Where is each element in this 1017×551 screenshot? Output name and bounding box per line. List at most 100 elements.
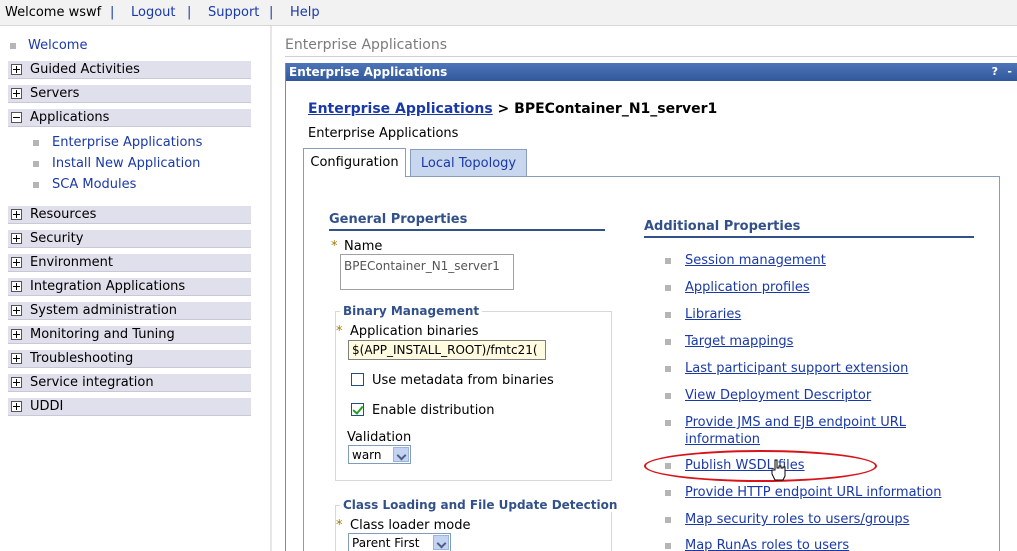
square-bullet-icon [665,312,671,318]
breadcrumb-current: BPEContainer_N1_server1 [514,101,718,117]
nav-item-troubleshooting[interactable]: Troubleshooting [8,350,251,368]
validation-selected-value: warn [352,448,382,462]
nav-item-label: Integration Applications [30,279,186,294]
class-loader-mode-label: Class loader mode [350,518,471,533]
application-binaries-label: Application binaries [350,324,479,339]
square-bullet-icon [665,517,671,523]
session-management-link[interactable]: Session management [685,253,826,268]
plus-box-icon[interactable] [11,209,22,220]
nav-item-servers[interactable]: Servers [8,85,251,103]
provide-jms-ejb-endpoint-link[interactable]: Provide JMS and EJB endpoint URL [685,415,906,430]
support-link[interactable]: Support [208,5,259,20]
name-label: Name [344,239,383,254]
help-link[interactable]: Help [290,5,320,20]
separator: | [269,5,274,20]
nav-item-label: UDDI [30,399,64,414]
application-profiles-link[interactable]: Application profiles [685,280,810,295]
libraries-link[interactable]: Libraries [685,307,741,322]
minus-box-icon[interactable] [11,112,22,123]
breadcrumb: Enterprise Applications > BPEContainer_N… [308,101,717,117]
nav-item-label: Troubleshooting [30,351,134,366]
page-title: Enterprise Applications [285,37,447,53]
class-loader-selected-value: Parent First [352,536,420,550]
separator: | [110,5,115,20]
help-icon[interactable]: ? [992,65,998,78]
tab-local-topology[interactable]: Local Topology [410,149,527,177]
plus-box-icon[interactable] [11,233,22,244]
use-metadata-checkbox[interactable] [351,373,364,386]
nav-welcome[interactable]: Welcome [10,38,87,53]
square-bullet-icon [33,139,39,146]
square-bullet-icon [33,181,39,188]
nav-item-label: Security [30,231,84,246]
enable-distribution-label: Enable distribution [372,403,495,418]
nav-sub-label: Enterprise Applications [52,135,203,150]
class-loader-mode-select[interactable]: Parent First [348,533,451,551]
nav-item-security[interactable]: Security [8,230,251,248]
plus-box-icon[interactable] [11,305,22,316]
plus-box-icon[interactable] [11,377,22,388]
nav-item-uddi[interactable]: UDDI [8,398,251,416]
nav-item-applications[interactable]: Applications [8,109,251,127]
panel-title: Enterprise Applications [289,65,448,79]
provide-http-endpoint-link[interactable]: Provide HTTP endpoint URL information [685,485,941,500]
hand-pointer-icon [771,459,786,481]
nav-item-system-administration[interactable]: System administration [8,302,251,320]
plus-box-icon[interactable] [11,64,22,75]
square-bullet-icon [665,339,671,345]
logout-link[interactable]: Logout [131,5,176,20]
map-runas-roles-link[interactable]: Map RunAs roles to users [685,538,849,551]
plus-box-icon[interactable] [11,353,22,364]
tab-configuration[interactable]: Configuration [303,148,406,177]
plus-box-icon[interactable] [11,88,22,99]
plus-box-icon[interactable] [11,281,22,292]
chevron-down-icon[interactable] [433,535,449,550]
general-properties-heading: General Properties [329,212,605,231]
provide-jms-ejb-endpoint-link-line2[interactable]: information [685,432,760,447]
panel-title-bar: Enterprise Applications ? - [286,63,1017,81]
nav-sub-sca-modules[interactable]: SCA Modules [33,177,136,192]
square-bullet-icon [665,543,671,549]
plus-box-icon[interactable] [11,329,22,340]
last-participant-support-link[interactable]: Last participant support extension [685,361,908,376]
application-binaries-field[interactable]: $(APP_INSTALL_ROOT)/fmtc21( [348,340,546,360]
breadcrumb-link-enterprise-applications[interactable]: Enterprise Applications [308,101,493,117]
map-security-roles-link[interactable]: Map security roles to users/groups [685,512,909,527]
required-asterisk-icon: * [331,239,338,254]
nav-item-resources[interactable]: Resources [8,206,251,224]
minimize-icon[interactable]: - [1007,65,1012,78]
plus-box-icon[interactable] [11,257,22,268]
validation-label: Validation [347,430,412,445]
required-asterisk-icon: * [336,324,343,339]
view-deployment-descriptor-link[interactable]: View Deployment Descriptor [685,388,871,403]
name-field[interactable]: BPEContainer_N1_server1 [340,254,514,290]
validation-select[interactable]: warn [348,445,411,464]
nav-item-environment[interactable]: Environment [8,254,251,272]
square-bullet-icon [665,366,671,372]
nav-item-guided-activities[interactable]: Guided Activities [8,61,251,79]
top-bar: Welcome wswf | Logout | Support | Help [0,0,1017,26]
nav-item-label: Monitoring and Tuning [30,327,175,342]
nav-welcome-label: Welcome [28,38,88,53]
navigation-tree: Welcome Guided Activities Servers Applic… [0,26,272,551]
required-asterisk-icon: * [336,518,343,533]
plus-box-icon[interactable] [11,401,22,412]
nav-item-label: System administration [30,303,178,318]
nav-item-integration-applications[interactable]: Integration Applications [8,278,251,296]
enable-distribution-checkbox[interactable] [351,403,364,416]
square-bullet-icon [665,490,671,496]
nav-sub-install-new-application[interactable]: Install New Application [33,156,200,171]
nav-item-service-integration[interactable]: Service integration [8,374,251,392]
square-bullet-icon [665,420,671,426]
nav-sub-label: SCA Modules [52,177,137,192]
nav-sub-enterprise-applications[interactable]: Enterprise Applications [33,135,202,150]
nav-sub-label: Install New Application [52,156,201,171]
target-mappings-link[interactable]: Target mappings [685,334,793,349]
nav-item-label: Environment [30,255,114,270]
square-bullet-icon [665,393,671,399]
highlight-ellipse [644,450,877,482]
separator: | [187,5,192,20]
divider [285,56,1017,57]
chevron-down-icon[interactable] [393,447,409,462]
nav-item-monitoring-and-tuning[interactable]: Monitoring and Tuning [8,326,251,344]
